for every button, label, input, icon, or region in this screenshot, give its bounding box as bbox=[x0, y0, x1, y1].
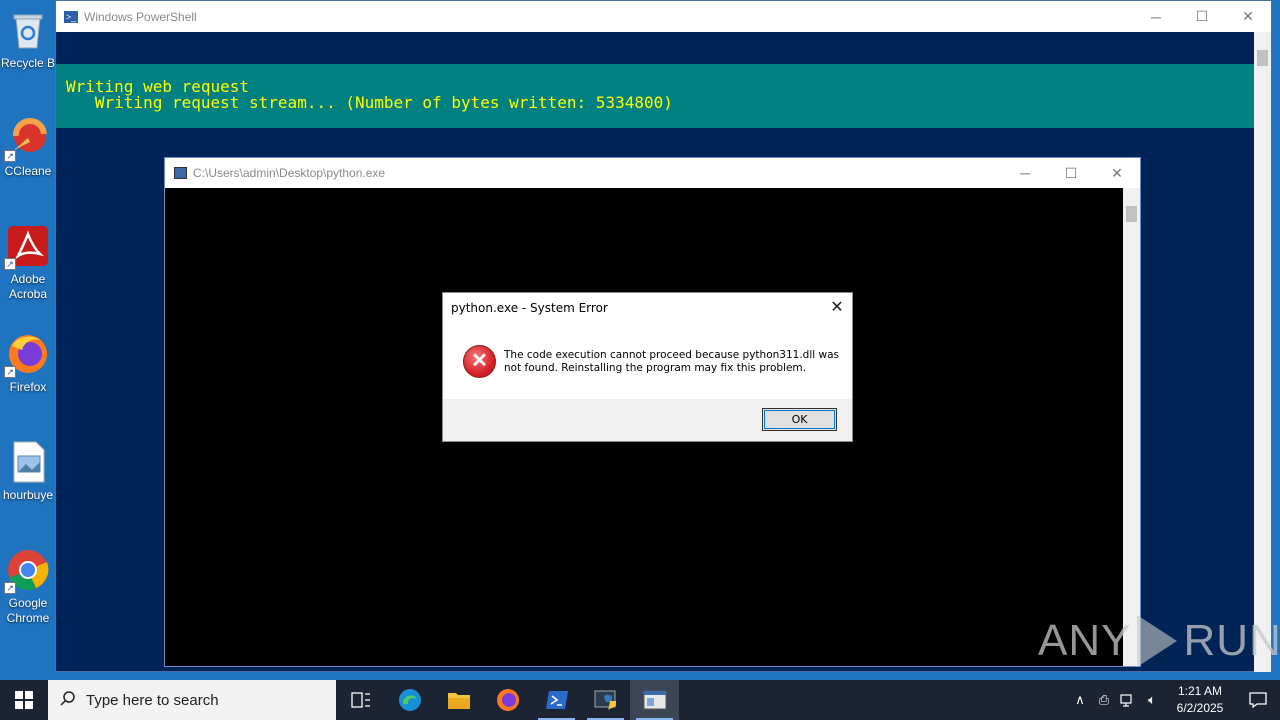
shortcut-arrow-icon: ↗ bbox=[4, 366, 16, 378]
start-button[interactable] bbox=[0, 680, 48, 720]
window-title: Windows PowerShell bbox=[84, 9, 197, 24]
desktop-icon-firefox[interactable]: ↗ Firefox bbox=[0, 332, 56, 395]
clock-time: 1:21 AM bbox=[1177, 684, 1223, 698]
firefox-icon bbox=[496, 689, 519, 711]
powershell-icon: >_ bbox=[64, 10, 78, 23]
desktop-icon-label: Adobe Acroba bbox=[8, 272, 48, 301]
shortcut-arrow-icon: ↗ bbox=[4, 258, 16, 270]
desktop: Recycle B ↗ CCleane ↗ Adobe Acroba ↗ Fir… bbox=[0, 0, 1280, 680]
progress-status: Writing request stream... (Number of byt… bbox=[66, 93, 673, 112]
ccleaner-icon: ↗ bbox=[4, 116, 50, 162]
search-icon bbox=[60, 690, 76, 711]
desktop-icon-label: Google Chrome bbox=[6, 596, 50, 625]
taskbar-firefox-button[interactable] bbox=[483, 680, 532, 720]
taskbar-file-explorer-button[interactable] bbox=[434, 680, 483, 720]
minimize-button[interactable]: ─ bbox=[1133, 1, 1179, 32]
dialog-footer: OK bbox=[443, 399, 852, 441]
error-icon: ✕ bbox=[463, 345, 496, 378]
firefox-icon: ↗ bbox=[4, 332, 50, 378]
dialog-message: The code execution cannot proceed becaus… bbox=[504, 349, 839, 374]
window-app-icon bbox=[643, 690, 666, 710]
clock[interactable]: 1:21 AM 6/2/2025 bbox=[1164, 683, 1236, 717]
scrollbar-thumb[interactable] bbox=[1257, 50, 1268, 66]
close-button[interactable]: ✕ bbox=[1225, 1, 1271, 32]
python-titlebar[interactable]: C:\Users\admin\Desktop\python.exe ─ ☐ ✕ bbox=[165, 158, 1140, 188]
notification-icon bbox=[1249, 692, 1267, 708]
adobe-acrobat-icon: ↗ bbox=[4, 224, 50, 270]
task-view-button[interactable] bbox=[336, 680, 385, 720]
powershell-titlebar[interactable]: >_ Windows PowerShell ─ ☐ ✕ bbox=[56, 1, 1271, 32]
taskbar-console-window-button[interactable] bbox=[630, 680, 679, 720]
shortcut-arrow-icon: ↗ bbox=[4, 582, 16, 594]
desktop-icon-adobe-acrobat[interactable]: ↗ Adobe Acroba bbox=[0, 224, 56, 302]
volume-icon[interactable]: 🔈︎ bbox=[1140, 680, 1164, 720]
maximize-button[interactable]: ☐ bbox=[1048, 158, 1094, 188]
taskbar-search-box[interactable]: Type here to search bbox=[48, 680, 336, 720]
shortcut-arrow-icon: ↗ bbox=[4, 150, 16, 162]
minimize-button[interactable]: ─ bbox=[1002, 158, 1048, 188]
window-title: C:\Users\admin\Desktop\python.exe bbox=[193, 166, 386, 180]
windows-logo-icon bbox=[15, 691, 33, 709]
folder-icon bbox=[447, 693, 470, 709]
dialog-title: python.exe - System Error bbox=[451, 301, 608, 315]
anyrun-watermark: ANY RUN bbox=[1038, 612, 1280, 670]
vertical-scrollbar[interactable] bbox=[1123, 188, 1140, 666]
search-placeholder: Type here to search bbox=[86, 691, 219, 709]
progress-banner: Writing web request Writing request stre… bbox=[56, 64, 1256, 128]
watermark-text-right: RUN bbox=[1183, 616, 1280, 665]
system-tray: ∧ ⎙ 🔈︎ 1:21 AM 6/2/2025 bbox=[1068, 680, 1280, 720]
clock-date: 6/2/2025 bbox=[1176, 701, 1224, 715]
ok-button[interactable]: OK bbox=[762, 408, 837, 431]
maximize-button[interactable]: ☐ bbox=[1179, 1, 1225, 32]
dialog-close-button[interactable]: ✕ bbox=[822, 293, 852, 321]
desktop-icon-chrome[interactable]: ↗ Google Chrome bbox=[0, 548, 56, 626]
image-file-icon bbox=[6, 440, 50, 484]
desktop-icon-recycle-bin[interactable]: Recycle B bbox=[0, 8, 56, 71]
edge-icon bbox=[398, 689, 421, 711]
watermark-text-left: ANY bbox=[1038, 616, 1132, 665]
task-view-icon bbox=[350, 692, 370, 708]
powershell-icon bbox=[545, 691, 568, 709]
chrome-icon: ↗ bbox=[4, 548, 50, 594]
chevron-up-icon[interactable]: ∧ bbox=[1068, 680, 1092, 720]
desktop-icon-image-file[interactable]: hourbuye bbox=[0, 440, 56, 503]
python-icon bbox=[594, 690, 616, 711]
system-error-dialog[interactable]: python.exe - System Error ✕ ✕ The code e… bbox=[442, 292, 853, 442]
desktop-icon-label: hourbuye bbox=[2, 488, 54, 502]
scrollbar-thumb[interactable] bbox=[1126, 206, 1137, 222]
python-console-icon bbox=[174, 167, 187, 179]
recycle-bin-icon bbox=[6, 8, 50, 52]
desktop-icon-label: CCleane bbox=[4, 164, 52, 178]
desktop-icon-label: Firefox bbox=[9, 380, 47, 394]
desktop-icon-label: Recycle B bbox=[0, 56, 56, 70]
taskbar-edge-button[interactable] bbox=[385, 680, 434, 720]
taskbar-python-button[interactable] bbox=[581, 680, 630, 720]
network-icon[interactable] bbox=[1116, 680, 1140, 720]
notification-center-button[interactable] bbox=[1236, 680, 1280, 720]
taskbar: Type here to search ∧ ⎙ 🔈︎ 1:21 AM 6/2/2… bbox=[0, 680, 1280, 720]
play-icon bbox=[1137, 615, 1178, 667]
taskbar-powershell-button[interactable] bbox=[532, 680, 581, 720]
desktop-icon-ccleaner[interactable]: ↗ CCleane bbox=[0, 116, 56, 179]
device-icon[interactable]: ⎙ bbox=[1092, 680, 1116, 720]
vertical-scrollbar[interactable] bbox=[1254, 32, 1271, 672]
close-button[interactable]: ✕ bbox=[1094, 158, 1140, 188]
